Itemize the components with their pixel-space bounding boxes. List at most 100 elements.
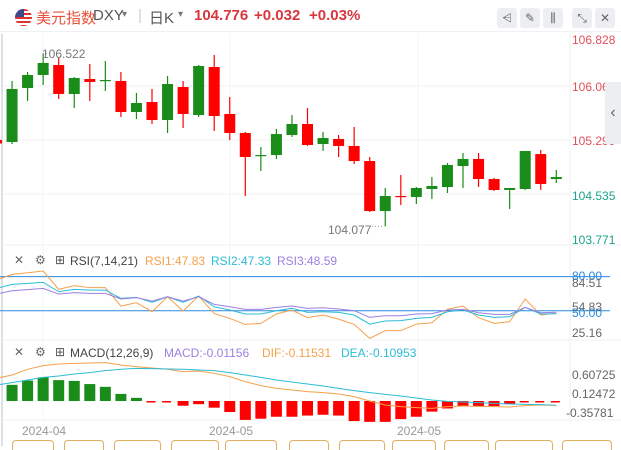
candle-body [457,158,469,167]
chart-canvas[interactable] [0,0,621,446]
candle-body [115,80,127,112]
macd-bar [146,401,156,403]
candle-body [302,124,313,145]
candle-body [410,187,422,197]
candle-body [193,66,205,116]
rsi2-line [0,281,557,325]
bottom-tab[interactable] [64,440,104,450]
candle-body [255,155,267,157]
rsi-expand-icon[interactable]: ⊞ [55,253,65,267]
dif-value: DIF:-0.11531 [262,346,332,360]
candle-body [364,161,376,212]
rsi-close-icon[interactable]: ✕ [14,253,24,267]
date-label: 2024-05 [397,424,442,438]
rsi-axis-label: 84.51 [572,276,603,290]
candle-body [317,137,329,144]
macd-value: MACD:-0.01156 [164,346,250,360]
macd-bar [193,401,205,405]
rsi-axis-label: 50.00 [572,306,603,320]
macd-bar [115,393,127,401]
macd-bar [99,386,111,401]
rsi2-value: RSI2:47.33 [211,254,272,268]
candle-body [22,74,34,88]
candle-body [550,176,562,180]
candle-body [348,145,360,162]
macd-bar [395,401,407,420]
macd-bar [208,401,220,408]
price-axis-label: 103.771 [572,233,616,247]
candle-body [37,62,49,75]
macd-bar [550,401,560,403]
bottom-tab[interactable] [225,440,277,450]
bottom-tab[interactable] [444,440,489,450]
macd-bar [255,401,267,419]
macd-bar [37,377,49,401]
candle-body [270,134,282,156]
macd-bar [426,401,438,412]
candle-body [177,86,189,114]
candle-body [239,132,251,157]
candle-body [130,103,142,112]
macd-bar [473,401,485,407]
macd-bar [364,401,376,422]
bottom-tab[interactable] [114,440,161,450]
macd-settings-icon[interactable]: ⚙ [35,345,46,359]
macd-expand-icon[interactable]: ⊞ [55,345,65,359]
macd-bar [535,401,545,403]
candle-body [53,65,65,94]
macd-axis-label: 0.60725 [572,368,616,382]
candle-body [426,186,438,189]
price-axis-label: 104.535 [572,189,616,203]
candle-body [208,66,220,117]
macd-bar [6,384,18,401]
macd-bar [519,401,529,403]
macd-bar [317,401,329,415]
bottom-tab[interactable] [171,440,219,450]
high-marker-label: 106.522 [42,47,86,61]
candle-body [224,113,236,133]
bottom-tab[interactable] [289,440,329,450]
rsi3-value: RSI3:48.59 [277,254,338,268]
macd-bar [22,380,34,401]
macd-axis-label: -0.35781 [566,406,614,420]
macd-bar [410,401,422,417]
rsi-title: RSI(7,14,21) [70,254,139,268]
candle-body [333,138,345,146]
candle-body [6,88,18,143]
rsi1-value: RSI1:47.83 [145,254,206,268]
candle-body [162,84,174,120]
rsi-axis-label: 25.16 [572,326,603,340]
candle-body [519,150,531,189]
macd-title: MACD(12,26,9) [70,346,154,360]
candle-body [146,102,158,120]
macd-close-icon[interactable]: ✕ [14,345,24,359]
bottom-tab[interactable] [392,440,436,450]
date-label: 2024-04 [22,424,67,438]
macd-bar [130,397,142,401]
candle-body [68,78,80,94]
candle-body [286,124,298,136]
bottom-tab[interactable] [12,440,54,450]
macd-bar [84,384,96,401]
macd-bar [239,401,251,420]
candle-body [473,158,485,180]
macd-bar [224,401,236,413]
dea-line [0,367,557,406]
bottom-tab[interactable] [562,440,612,450]
date-label: 2024-05 [209,424,254,438]
rsi1-line [0,270,557,339]
dea-value: DEA:-0.10953 [341,346,417,360]
macd-bar [270,401,282,417]
candle-body [535,154,547,184]
candle-body [379,195,391,212]
macd-bar [68,380,80,401]
bottom-tab[interactable] [339,440,385,450]
rsi-settings-icon[interactable]: ⚙ [35,253,46,267]
low-marker-label: 104.077 [328,223,372,237]
candle-body [504,187,516,190]
candle-body [488,179,500,190]
macd-bar [348,401,360,422]
bottom-tab[interactable] [495,440,553,450]
candle-body [395,195,407,198]
collapse-panel-button[interactable]: ‹ [605,82,621,144]
